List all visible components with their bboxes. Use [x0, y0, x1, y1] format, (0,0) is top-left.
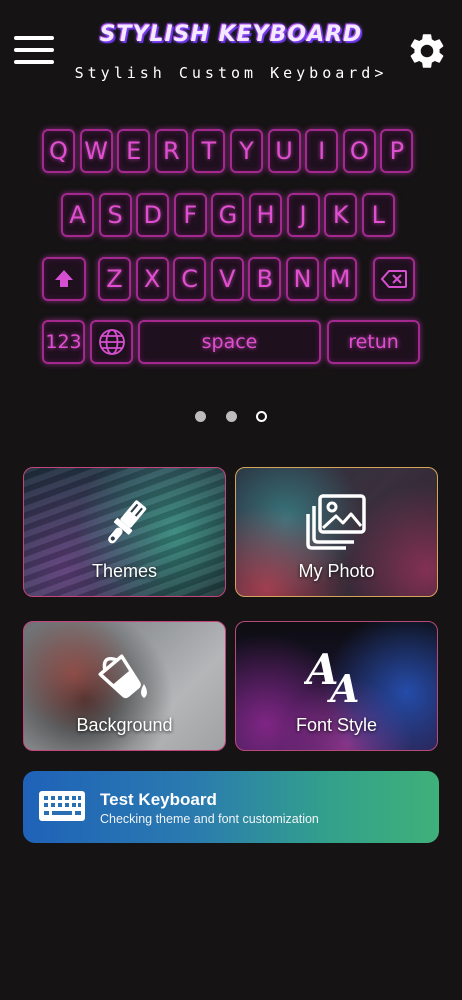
pager-dot[interactable]	[226, 411, 237, 422]
preview-key-return: retun	[327, 320, 420, 364]
preview-key-l: L	[361, 193, 395, 237]
preview-key-u: U	[267, 129, 301, 173]
preview-key-b: B	[248, 257, 282, 301]
paintbrush-icon	[97, 496, 153, 556]
preview-key-o: O	[342, 129, 376, 173]
preview-key-w: W	[79, 129, 113, 173]
preview-key-f: F	[173, 193, 207, 237]
background-card[interactable]: Background	[23, 621, 226, 751]
preview-key-123: 123	[42, 320, 85, 364]
my-photo-card[interactable]: My Photo	[235, 467, 438, 597]
preview-key-v: V	[210, 257, 244, 301]
paint-bucket-icon	[94, 644, 156, 710]
preview-key-space: space	[138, 320, 321, 364]
preview-key-x: X	[135, 257, 169, 301]
photo-gallery-icon	[305, 494, 368, 554]
app-subtitle-link[interactable]: Stylish Custom Keyboard>	[0, 64, 462, 82]
preview-key-n: N	[286, 257, 319, 301]
test-keyboard-button[interactable]: Test Keyboard Checking theme and font cu…	[23, 771, 439, 843]
shift-arrow-icon	[42, 257, 86, 301]
my-photo-label: My Photo	[298, 561, 375, 581]
pager-dot-active[interactable]	[256, 411, 267, 422]
preview-key-p: P	[380, 129, 414, 173]
preview-key-c: C	[173, 257, 207, 301]
app-title: STYLISH KEYBOARD	[99, 22, 363, 47]
pager-dot[interactable]	[195, 411, 206, 422]
keyboard-preview: Q W E R T Y U I O P A S D F G H J K L Z X C V B N M 123 space retun	[0, 0, 462, 380]
preview-key-j: J	[286, 193, 320, 237]
svg-text:A: A	[327, 666, 359, 706]
keyboard-icon	[38, 790, 86, 826]
menu-line	[14, 48, 54, 52]
background-label: Background	[76, 715, 173, 735]
preview-key-g: G	[211, 193, 245, 237]
backspace-icon	[373, 257, 415, 301]
preview-key-i: I	[305, 129, 339, 173]
gear-icon[interactable]	[406, 30, 448, 72]
globe-icon	[90, 320, 133, 364]
font-aa-icon: A A	[302, 644, 370, 711]
preview-key-q: Q	[42, 129, 75, 173]
font-style-label: Font Style	[295, 715, 378, 735]
themes-label: Themes	[91, 561, 158, 581]
themes-card[interactable]: Themes	[23, 467, 226, 597]
preview-key-h: H	[249, 193, 282, 237]
preview-key-t: T	[192, 129, 226, 173]
preview-key-e: E	[117, 129, 151, 173]
preview-key-r: R	[154, 129, 188, 173]
preview-key-k: K	[324, 193, 358, 237]
preview-key-y: Y	[230, 129, 263, 173]
preview-key-m: M	[323, 257, 357, 301]
preview-key-z: Z	[98, 257, 131, 301]
preview-key-s: S	[98, 193, 132, 237]
preview-key-d: D	[136, 193, 170, 237]
test-keyboard-subtitle: Checking theme and font customization	[100, 812, 319, 826]
preview-key-a: A	[61, 193, 94, 237]
font-style-card[interactable]: A A Font Style	[235, 621, 438, 751]
test-keyboard-title: Test Keyboard	[100, 790, 217, 809]
